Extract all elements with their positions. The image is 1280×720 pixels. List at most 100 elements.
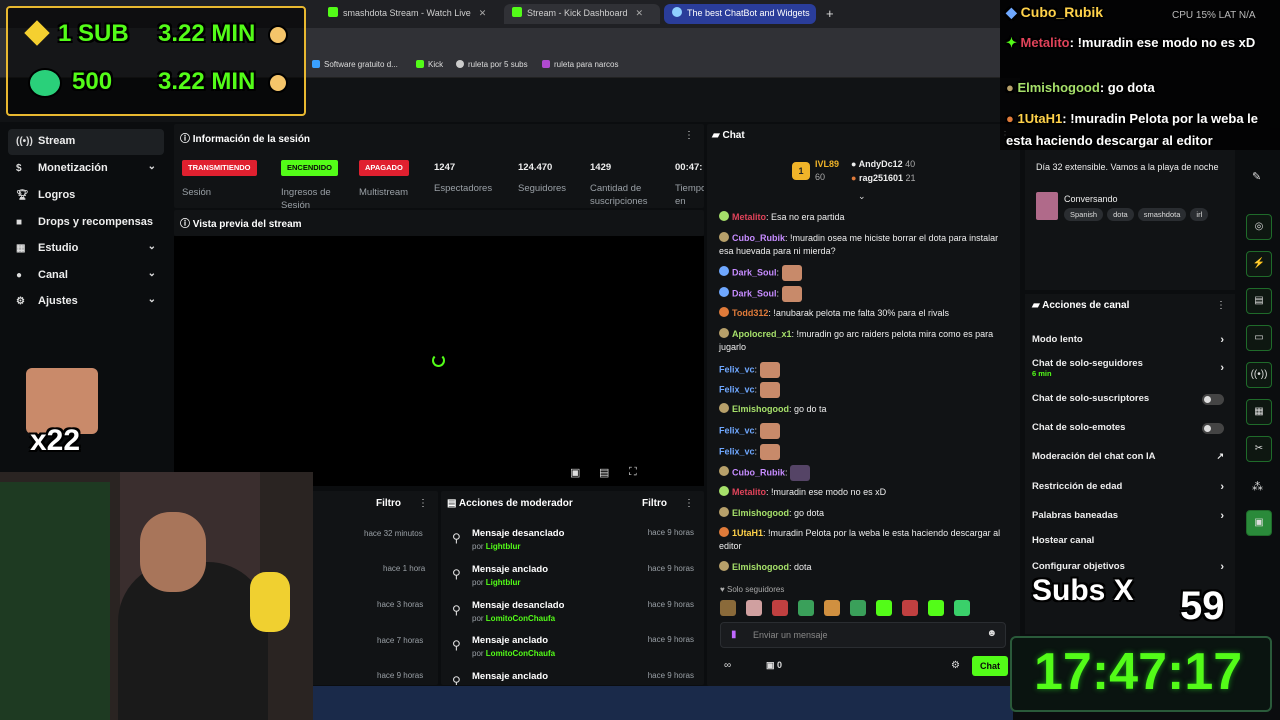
system-stats: CPU 15% LAT N/A: [1172, 10, 1256, 21]
close-tab-icon[interactable]: ✕: [636, 8, 644, 18]
emote-icon[interactable]: [902, 600, 918, 616]
sidebar-item-logros[interactable]: 🏆︎ Logros: [8, 183, 164, 209]
mod-action-row: ⚲ Mensaje anclado por LomitoConChaufa ha…: [452, 635, 694, 658]
tab-kick-dashboard[interactable]: Stream - Kick Dashboard ✕: [504, 4, 660, 24]
more-options-icon[interactable]: ⋮: [418, 498, 428, 509]
emote-icon[interactable]: [954, 600, 970, 616]
new-tab-icon[interactable]: +: [826, 6, 834, 21]
theater-mode-icon[interactable]: ▤: [599, 466, 609, 479]
event-time: hace 32 minutos: [364, 529, 423, 538]
ai-moderation-row[interactable]: Moderación del chat con IA ↗: [1032, 451, 1228, 471]
sidebar-item-ajustes[interactable]: ⚙ Ajustes ⌄: [8, 289, 164, 315]
pin-icon: ⚲: [452, 638, 461, 652]
emote-icon[interactable]: [876, 600, 892, 616]
chevron-down-icon: ⌄: [147, 294, 156, 305]
host-channel-row[interactable]: Hostear canal: [1032, 535, 1228, 555]
more-options-icon[interactable]: ⋮: [684, 498, 694, 509]
bookmark-ruleta-narcos[interactable]: ruleta para narcos: [542, 60, 618, 69]
close-tab-icon[interactable]: ✕: [479, 8, 487, 18]
kick-coin-icon: [28, 68, 62, 98]
info-icon: ⓘ: [180, 219, 193, 230]
emote-icon[interactable]: [746, 600, 762, 616]
fullscreen-icon[interactable]: ⛶: [629, 466, 637, 479]
layout-icon[interactable]: ▦: [1246, 399, 1272, 425]
points-display[interactable]: ▣ 0: [766, 660, 782, 671]
bookmark-software[interactable]: Software gratuito d...: [312, 60, 398, 69]
emote-icon[interactable]: [772, 600, 788, 616]
sidebar-item-stream[interactable]: ((•)) Stream: [8, 129, 164, 155]
emote-multiplier: x22: [30, 424, 81, 457]
sidebar-item-canal[interactable]: ● Canal ⌄: [8, 263, 164, 289]
sidebar-item-estudio[interactable]: ▦ Estudio ⌄: [8, 236, 164, 262]
chat-title: ▰ Chat: [712, 130, 745, 141]
emote-icon: [759, 423, 780, 439]
chat-settings-icon[interactable]: ⚙: [951, 660, 960, 671]
followers-only-row[interactable]: Chat de solo-seguidores 6 min ›: [1032, 358, 1228, 382]
live-time-label: Tiempo en vivo: [675, 183, 704, 207]
tab-chatbot-widgets[interactable]: The best ChatBot and Widgets✕: [664, 4, 816, 24]
goal-widget: [6, 6, 306, 116]
chat-message: Cubo_Rubik: !muradin osea me hiciste bor…: [719, 232, 999, 256]
sidebar-item-drops[interactable]: ■ Drops y recompensas: [8, 210, 164, 236]
chevron-right-icon: ›: [1220, 510, 1224, 522]
chat-icon: ▰: [712, 130, 723, 141]
emote-icon[interactable]: [720, 600, 736, 616]
event-time: hace 7 horas: [377, 636, 424, 645]
app-icon[interactable]: ▣: [1246, 510, 1272, 536]
tag[interactable]: dota: [1107, 208, 1134, 221]
emote-icon[interactable]: [850, 600, 866, 616]
broadcast-icon[interactable]: ((•)): [1246, 362, 1272, 388]
bookmark-kick[interactable]: Kick: [416, 60, 443, 69]
clip-icon[interactable]: ◎: [1246, 214, 1272, 240]
tag[interactable]: smashdota: [1137, 208, 1187, 221]
viewers-value: 1247: [434, 162, 456, 173]
emoji-icon[interactable]: ☻: [986, 628, 997, 639]
more-options-icon[interactable]: ⋮: [1216, 300, 1226, 311]
more-options-icon[interactable]: ⋮: [684, 130, 694, 141]
sub-goal-text: 1 SUB: [58, 20, 129, 47]
slow-mode-row[interactable]: Modo lento ›: [1032, 334, 1228, 354]
mod-actions-filter[interactable]: Filtro: [642, 498, 667, 509]
taskbar: [313, 686, 1013, 720]
recent-events-filter[interactable]: Filtro: [376, 498, 401, 509]
overlay-chat-line: ● 1UtaH1: !muradin Pelota por la weba le…: [1006, 111, 1259, 148]
overlay-chat-line: ◆ Cubo_Rubik: [1006, 4, 1104, 20]
webcam-feed: [0, 472, 313, 720]
pip-icon[interactable]: ▣: [570, 466, 580, 479]
clock-icon: [268, 73, 288, 93]
lightning-icon[interactable]: ⚡: [1246, 251, 1272, 277]
dollar-icon: $: [16, 163, 22, 174]
loading-spinner-icon: [432, 354, 445, 367]
tab-smashdota[interactable]: smashdota Stream - Watch Live ✕: [320, 4, 500, 24]
tag[interactable]: Spanish: [1064, 208, 1104, 221]
chat-input[interactable]: ▮ Enviar un mensaje ☻: [720, 622, 1006, 648]
emote-icon[interactable]: [824, 600, 840, 616]
send-chat-button[interactable]: Chat: [972, 656, 1008, 676]
age-restriction-row[interactable]: Restricción de edad ›: [1032, 481, 1228, 501]
chevron-right-icon: ›: [1220, 362, 1224, 374]
wrench-icon[interactable]: ✂: [1246, 436, 1272, 462]
link-icon[interactable]: ∞: [724, 660, 731, 671]
chat-bubble-icon[interactable]: ▭: [1246, 325, 1272, 351]
banned-words-row[interactable]: Palabras baneadas ›: [1032, 510, 1228, 530]
bookmark-ruleta-subs[interactable]: ruleta por 5 subs: [456, 60, 528, 69]
mod-actions-title: ▤ Acciones de moderador: [447, 498, 573, 509]
notes-icon[interactable]: ▤: [1246, 288, 1272, 314]
emote-icon: [759, 444, 780, 460]
chat-message: Felix_vc:: [719, 444, 1009, 460]
chat-message: Elmishogood: dota: [719, 561, 1009, 574]
category-name[interactable]: Conversando: [1064, 194, 1118, 204]
followers-value: 124.470: [518, 162, 553, 173]
emotes-only-toggle[interactable]: [1202, 423, 1224, 434]
expand-leaderboard-icon[interactable]: ⌄: [858, 191, 866, 202]
sidebar-item-monetizacion[interactable]: $ Monetización ⌄: [8, 156, 164, 182]
tag[interactable]: irl: [1190, 208, 1209, 221]
christmas-tree-image: [0, 482, 110, 720]
subs-only-toggle[interactable]: [1202, 394, 1224, 405]
emote-icon[interactable]: [798, 600, 814, 616]
user-icon: ●: [851, 159, 859, 169]
share-icon[interactable]: ⁂: [1252, 480, 1263, 493]
microphone-icon[interactable]: ▮: [731, 629, 737, 640]
edit-icon[interactable]: ✎: [1252, 170, 1261, 183]
emote-icon[interactable]: [928, 600, 944, 616]
